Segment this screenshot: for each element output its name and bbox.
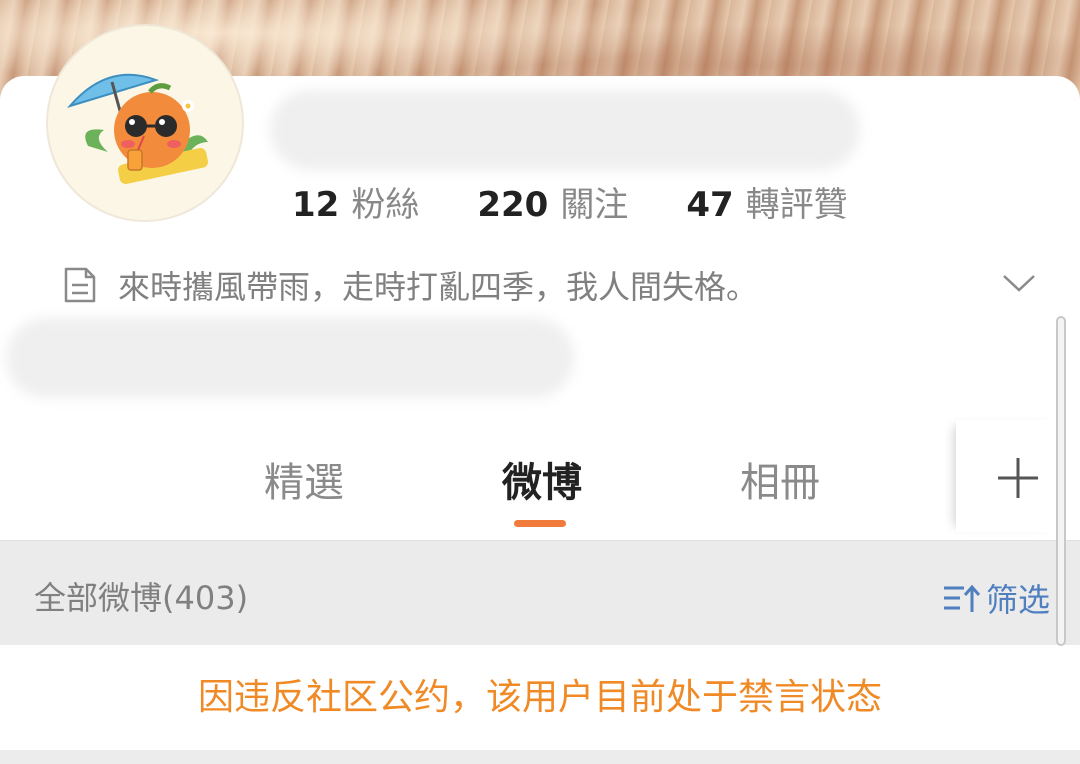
avatar-image — [66, 73, 208, 185]
redacted-info — [6, 318, 574, 398]
profile-tabs: 精選 微博 相冊 — [0, 420, 1060, 540]
bio-row[interactable]: 來時攜風帶雨，走時打亂四季，我人間失格。 — [62, 262, 1022, 308]
expand-chevron-icon[interactable] — [1002, 272, 1036, 294]
filter-sort-icon — [944, 584, 981, 612]
redacted-username — [270, 90, 860, 170]
active-tab-indicator — [514, 520, 566, 527]
add-tab-plus-icon — [998, 458, 1038, 498]
stat-reposts-comments-likes[interactable]: 47 轉評贊 — [686, 177, 847, 226]
scrollbar[interactable] — [1056, 316, 1066, 646]
bio-text: 來時攜風帶雨，走時打亂四季，我人間失格。 — [118, 268, 759, 306]
add-tab-button[interactable] — [956, 420, 1060, 532]
tab-featured[interactable]: 精選 — [264, 450, 344, 508]
weibo-filter-bar: 全部微博(403) 筛选 — [0, 540, 1080, 645]
stat-rcl-count: 47 — [686, 184, 734, 225]
stat-following[interactable]: 220 關注 — [477, 177, 628, 226]
bio-document-icon — [64, 267, 96, 303]
stat-followers[interactable]: 12 粉絲 — [292, 177, 419, 226]
stat-following-count: 220 — [477, 184, 549, 225]
muted-status-notice: 因违反社区公约，该用户目前处于禁言状态 — [197, 677, 882, 718]
stat-followers-label: 粉絲 — [351, 184, 420, 225]
bottom-divider — [0, 750, 1080, 764]
stat-rcl-label: 轉評贊 — [745, 184, 848, 225]
stat-following-label: 關注 — [560, 184, 629, 225]
all-weibo-count: 全部微博(403) — [34, 579, 249, 617]
avatar[interactable] — [46, 24, 244, 222]
filter-label: 筛选 — [986, 581, 1051, 619]
profile-stats: 12 粉絲 220 關注 47 轉評贊 — [292, 177, 906, 226]
stat-followers-count: 12 — [292, 184, 340, 225]
filter-button[interactable]: 筛选 — [942, 575, 1050, 621]
tab-weibo[interactable]: 微博 — [502, 450, 582, 508]
tab-album[interactable]: 相冊 — [740, 450, 820, 508]
